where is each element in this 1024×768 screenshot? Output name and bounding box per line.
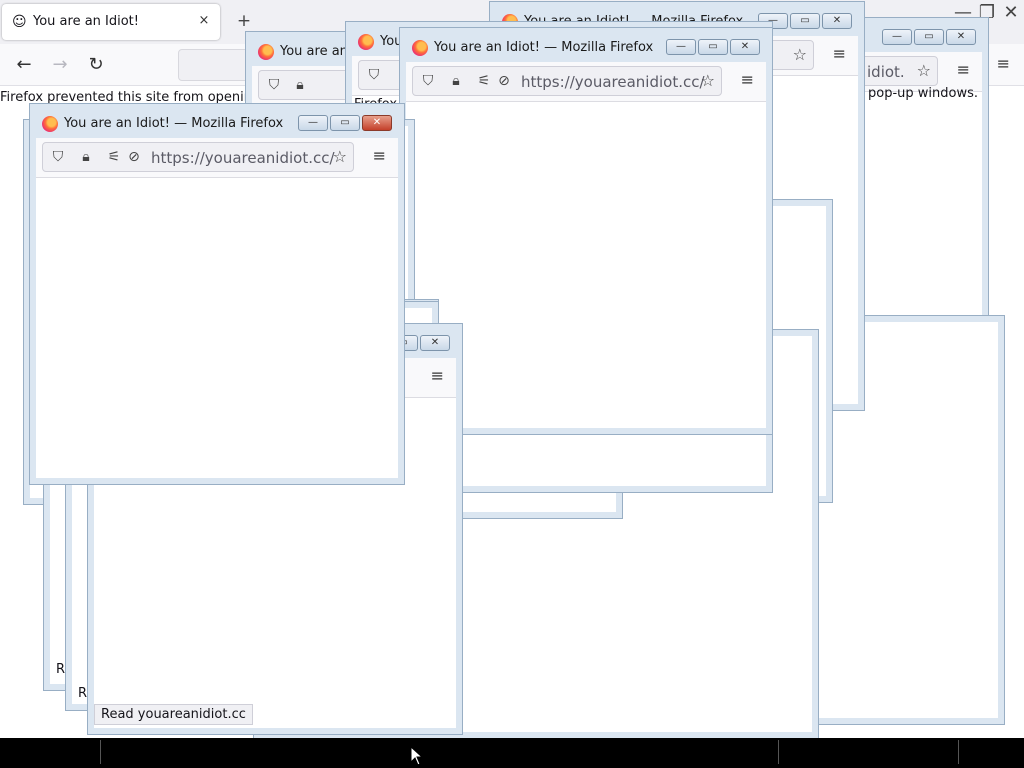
close-button[interactable]: ✕ [946,29,976,45]
star-icon[interactable]: ☆ [701,72,715,90]
taskbar-divider [778,740,779,764]
hamburger-icon[interactable]: ≡ [833,44,846,63]
taskbar-divider [100,740,101,764]
star-icon[interactable]: ☆ [793,46,807,64]
title-bar-buttons: — ▭ ✕ [664,39,760,57]
title-bar[interactable]: You are an Idiot! — Mozilla Firefox —▭✕ [406,34,766,62]
close-tab-icon[interactable]: × [196,13,212,29]
close-window-button[interactable]: ✕ [1000,2,1022,24]
close-button[interactable]: ✕ [420,335,450,351]
blocked-icon[interactable]: ⊘ [495,72,513,90]
shield-icon[interactable]: ⛉ [365,66,383,84]
tab-title: You are an Idiot! [33,14,139,29]
reload-button[interactable]: ↻ [84,54,108,76]
restore-button[interactable]: ▭ [330,115,360,131]
close-button[interactable]: ✕ [822,13,852,29]
close-button[interactable]: ✕ [362,115,392,131]
notification-text: Firefox prevented this site from opening… [0,90,273,105]
title-bar-buttons: — ▭ ✕ [880,29,976,47]
window-title: You are an I [280,44,356,59]
notification-text-right: pop-up windows. [868,86,978,101]
nav-row: ⛉ 🔒︎ ⚟ ⊘ https://youareanidiot.cc/ ☆ ≡ [36,138,398,178]
new-tab-button[interactable]: + [236,12,252,30]
star-icon[interactable]: ☆ [333,148,347,166]
firefox-icon [42,116,58,132]
back-button[interactable]: ← [12,54,36,76]
mouse-cursor [410,746,424,766]
lock-icon[interactable]: 🔒︎ [77,148,95,166]
hamburger-icon[interactable]: ≡ [741,70,754,89]
blocked-icon[interactable]: ⊘ [125,148,143,166]
taskbar-divider [958,740,959,764]
permissions-icon[interactable]: ⚟ [475,72,493,90]
window-title: You are an Idiot! — Mozilla Firefox [64,116,284,131]
restore-button[interactable]: ▭ [914,29,944,45]
firefox-icon [358,34,374,50]
star-icon[interactable]: ☆ [917,62,931,80]
shield-icon[interactable]: ⛉ [265,76,283,94]
popup-window[interactable]: You are an Idiot! — Mozilla Firefox —▭✕ … [29,103,405,485]
taskbar [0,738,1024,768]
close-button[interactable]: ✕ [730,39,760,55]
permissions-icon[interactable]: ⚟ [105,148,123,166]
restore-button[interactable]: ▭ [790,13,820,29]
url-field[interactable]: ⛉ 🔒︎ ⚟ ⊘ https://youareanidiot.cc/ ☆ [412,66,722,96]
url-text: https://youareanidiot.cc/ [151,149,335,167]
window-title: You are an Idiot! — Mozilla Firefox [434,40,654,55]
firefox-icon [412,40,428,56]
shield-icon[interactable]: ⛉ [49,148,67,166]
page-content [36,179,398,478]
url-text: idiot. [867,63,905,81]
hamburger-icon[interactable]: ≡ [373,146,386,165]
minimize-button[interactable]: — [298,115,328,131]
lock-icon[interactable]: 🔒︎ [291,76,309,94]
forward-button[interactable]: → [48,54,72,76]
url-field[interactable]: ⛉ 🔒︎ ⚟ ⊘ https://youareanidiot.cc/ ☆ [42,142,354,172]
nav-row: ⛉ 🔒︎ ⚟ ⊘ https://youareanidiot.cc/ ☆ ≡ [406,62,766,102]
url-text: https://youareanidiot.cc/ [521,73,705,91]
link-status-tooltip: Read youareanidiot.cc [94,704,253,725]
minimize-button[interactable]: — [666,39,696,55]
shield-icon[interactable]: ⛉ [419,72,437,90]
lock-icon[interactable]: 🔒︎ [447,72,465,90]
firefox-icon [258,44,274,60]
title-bar[interactable]: You are an Idiot! — Mozilla Firefox —▭✕ [36,110,398,138]
hamburger-icon[interactable]: ≡ [957,60,970,79]
restore-button[interactable]: ▭ [698,39,728,55]
minimize-button[interactable]: — [882,29,912,45]
tab-you-are-an-idiot[interactable]: ☺ You are an Idiot! × [2,4,220,40]
smiley-icon: ☺ [12,14,27,30]
hamburger-icon[interactable]: ≡ [431,366,444,385]
title-bar-buttons: — ▭ ✕ [296,115,392,133]
main-menu-button[interactable]: ≡ [997,54,1010,73]
